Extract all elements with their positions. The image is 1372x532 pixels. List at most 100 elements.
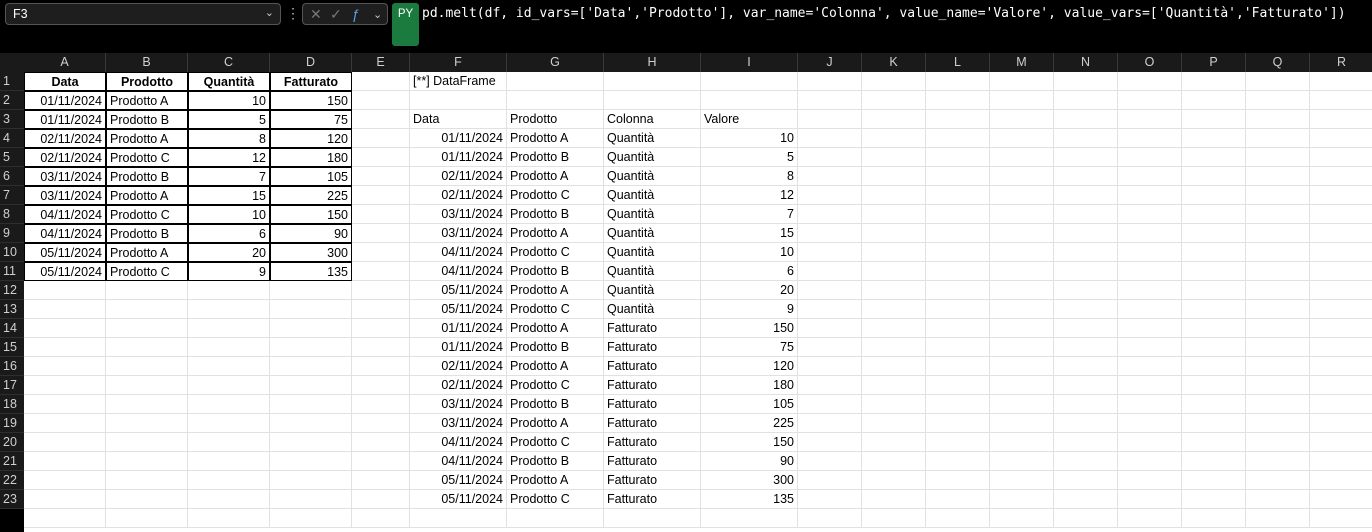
empty-cell[interactable] xyxy=(1054,300,1118,319)
empty-cell[interactable] xyxy=(1246,110,1310,129)
empty-cell[interactable] xyxy=(798,452,862,471)
melt-data-cell[interactable]: 120 xyxy=(701,357,798,376)
empty-cell[interactable] xyxy=(990,72,1054,91)
source-data-cell[interactable]: Prodotto B xyxy=(106,110,188,129)
row-header-6[interactable]: 6 xyxy=(0,167,24,186)
empty-cell[interactable] xyxy=(352,148,410,167)
empty-cell[interactable] xyxy=(1246,148,1310,167)
source-data-cell[interactable]: Prodotto B xyxy=(106,167,188,186)
empty-cell[interactable] xyxy=(1054,110,1118,129)
empty-cell[interactable] xyxy=(798,262,862,281)
empty-cell[interactable] xyxy=(24,338,106,357)
empty-cell[interactable] xyxy=(1310,72,1372,91)
empty-cell[interactable] xyxy=(352,395,410,414)
name-box[interactable]: F3 ⌄ xyxy=(5,3,281,25)
empty-cell[interactable] xyxy=(926,148,990,167)
empty-cell[interactable] xyxy=(352,319,410,338)
melt-data-cell[interactable]: Prodotto C xyxy=(507,433,604,452)
empty-cell[interactable] xyxy=(1118,148,1182,167)
melt-data-cell[interactable]: Prodotto B xyxy=(507,148,604,167)
empty-cell[interactable] xyxy=(990,490,1054,509)
empty-cell[interactable] xyxy=(1310,471,1372,490)
melt-data-cell[interactable]: Prodotto B xyxy=(507,452,604,471)
empty-cell[interactable] xyxy=(1118,338,1182,357)
melt-data-cell[interactable]: Fatturato xyxy=(604,395,701,414)
chevron-down-icon[interactable]: ⌄ xyxy=(373,8,382,21)
melt-data-cell[interactable]: 03/11/2024 xyxy=(410,205,507,224)
empty-cell[interactable] xyxy=(352,300,410,319)
melt-data-cell[interactable]: 15 xyxy=(701,224,798,243)
empty-cell[interactable] xyxy=(24,433,106,452)
melt-data-cell[interactable]: Prodotto C xyxy=(507,186,604,205)
melt-data-cell[interactable]: 8 xyxy=(701,167,798,186)
source-data-cell[interactable]: 02/11/2024 xyxy=(24,129,106,148)
melt-data-cell[interactable]: Prodotto A xyxy=(507,281,604,300)
melt-data-cell[interactable]: 150 xyxy=(701,433,798,452)
melt-data-cell[interactable]: 6 xyxy=(701,262,798,281)
source-data-cell[interactable]: 12 xyxy=(188,148,270,167)
melt-data-cell[interactable]: 10 xyxy=(701,243,798,262)
source-data-cell[interactable]: Prodotto A xyxy=(106,129,188,148)
empty-cell[interactable] xyxy=(1182,357,1246,376)
empty-cell[interactable] xyxy=(270,300,352,319)
empty-cell[interactable] xyxy=(798,395,862,414)
empty-cell[interactable] xyxy=(862,490,926,509)
source-data-cell[interactable]: 7 xyxy=(188,167,270,186)
empty-cell[interactable] xyxy=(106,300,188,319)
empty-cell[interactable] xyxy=(106,357,188,376)
empty-cell[interactable] xyxy=(798,72,862,91)
empty-cell[interactable] xyxy=(1118,72,1182,91)
empty-cell[interactable] xyxy=(990,338,1054,357)
empty-cell[interactable] xyxy=(1118,224,1182,243)
empty-cell[interactable] xyxy=(188,395,270,414)
empty-cell[interactable] xyxy=(352,471,410,490)
melt-data-cell[interactable]: Prodotto A xyxy=(507,224,604,243)
empty-cell[interactable] xyxy=(1310,395,1372,414)
empty-cell[interactable] xyxy=(1310,110,1372,129)
column-header-h[interactable]: H xyxy=(604,53,701,72)
melt-data-cell[interactable]: Prodotto A xyxy=(507,167,604,186)
empty-cell[interactable] xyxy=(24,452,106,471)
melt-data-cell[interactable]: 150 xyxy=(701,319,798,338)
empty-cell[interactable] xyxy=(188,338,270,357)
source-data-cell[interactable]: 300 xyxy=(270,243,352,262)
empty-cell[interactable] xyxy=(1246,319,1310,338)
empty-cell[interactable] xyxy=(990,471,1054,490)
empty-cell[interactable] xyxy=(1182,376,1246,395)
empty-cell[interactable] xyxy=(270,319,352,338)
empty-cell[interactable] xyxy=(862,471,926,490)
empty-cell[interactable] xyxy=(1054,167,1118,186)
melt-data-cell[interactable]: Fatturato xyxy=(604,376,701,395)
column-header-g[interactable]: G xyxy=(507,53,604,72)
melt-data-cell[interactable]: 01/11/2024 xyxy=(410,338,507,357)
empty-cell[interactable] xyxy=(1118,395,1182,414)
empty-cell[interactable] xyxy=(862,262,926,281)
melt-data-cell[interactable]: 135 xyxy=(701,490,798,509)
melt-data-cell[interactable]: 01/11/2024 xyxy=(410,148,507,167)
empty-cell[interactable] xyxy=(1310,167,1372,186)
empty-cell[interactable] xyxy=(862,148,926,167)
empty-cell[interactable] xyxy=(1182,110,1246,129)
empty-cell[interactable] xyxy=(1182,205,1246,224)
empty-cell[interactable] xyxy=(926,167,990,186)
melt-data-cell[interactable]: 01/11/2024 xyxy=(410,319,507,338)
empty-cell[interactable] xyxy=(188,300,270,319)
melt-data-cell[interactable]: 04/11/2024 xyxy=(410,262,507,281)
select-all-corner[interactable] xyxy=(0,53,24,72)
empty-cell[interactable] xyxy=(1118,243,1182,262)
column-header-k[interactable]: K xyxy=(862,53,926,72)
empty-cell[interactable] xyxy=(352,281,410,300)
empty-cell[interactable] xyxy=(1182,91,1246,110)
empty-cell[interactable] xyxy=(798,338,862,357)
insert-function-icon[interactable]: ƒ xyxy=(352,6,360,22)
empty-cell[interactable] xyxy=(1310,148,1372,167)
row-header-14[interactable]: 14 xyxy=(0,319,24,338)
melt-data-cell[interactable]: Fatturato xyxy=(604,319,701,338)
empty-cell[interactable] xyxy=(798,243,862,262)
source-header-cell[interactable]: Fatturato xyxy=(270,72,352,91)
empty-cell[interactable] xyxy=(862,186,926,205)
empty-cell[interactable] xyxy=(926,129,990,148)
empty-cell[interactable] xyxy=(1310,129,1372,148)
empty-cell[interactable] xyxy=(1246,414,1310,433)
source-data-cell[interactable]: 02/11/2024 xyxy=(24,148,106,167)
